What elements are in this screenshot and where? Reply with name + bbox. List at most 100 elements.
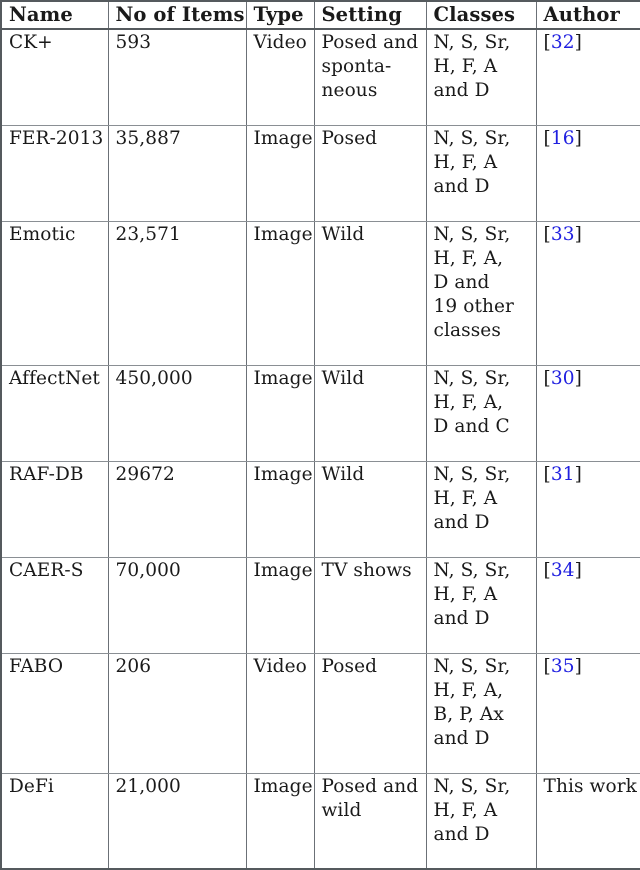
cell-name-value: CK+: [9, 32, 53, 53]
cell-classes-line: N, S, Sr,: [433, 775, 511, 797]
citation-bracket-close: ]: [574, 367, 582, 389]
table-row: RAF-DB 29672 Image Wild N, S, Sr, H, F, Aand …: [0, 460, 640, 558]
cell-setting-lines: Posed and wild: [322, 775, 426, 823]
cell-items-value: 21,000: [115, 775, 181, 797]
table-row: AffectNet 450,000 Image Wild N, S, Sr, H, F, …: [0, 364, 640, 462]
citation-link[interactable]: [16]: [544, 128, 582, 149]
cell-classes-lines: N, S, Sr, H, F, A, B, P, Ax and D: [434, 655, 536, 751]
cell-classes-line: N, S, Sr,: [433, 32, 511, 53]
cell-setting-line: TV shows: [321, 559, 412, 581]
citation-bracket-close: ]: [574, 655, 582, 677]
cell-classes-line: N, S, Sr,: [433, 127, 511, 149]
table-body: CK+ 593 Video Posed and sponta-neous N, S, Sr…: [0, 29, 640, 870]
table-row: DeFi 21,000 Image Posed and wild N, S, Sr, H, …: [0, 772, 640, 870]
cell-type-value: Image: [253, 367, 313, 389]
cell-items-value: 23,571: [115, 223, 181, 245]
cell-classes-line: H, F, A,: [433, 679, 504, 701]
cell-name: FER-2013: [0, 124, 109, 222]
cell-classes-lines: N, S, Sr, H, F, Aand D: [434, 463, 536, 535]
cell-items-value: 35,887: [115, 127, 181, 149]
cell-classes-lines: N, S, Sr, H, F, Aand D: [434, 775, 536, 847]
citation-number[interactable]: 31: [551, 464, 575, 485]
table-row: FER-2013 35,887 Image Posed N, S, Sr, H, F, A…: [0, 124, 640, 222]
cell-setting: Wild: [313, 364, 427, 462]
cell-classes-line: and D: [433, 80, 490, 101]
cell-setting: Wild: [313, 220, 427, 366]
cell-classes-line: and D: [433, 823, 490, 845]
cell-classes-line: classes: [433, 319, 501, 341]
cell-name-value: CAER-S: [9, 559, 84, 581]
cell-setting-lines: Posed and sponta-neous: [322, 31, 426, 103]
citation-number[interactable]: 16: [551, 128, 575, 149]
cell-classes-line: D and C: [433, 415, 510, 437]
table-row: CAER-S 70,000 Image TV shows N, S, Sr, H, F, …: [0, 556, 640, 654]
column-header-setting: Setting: [313, 1, 427, 30]
cell-classes-line: H, F, A: [433, 487, 498, 509]
column-header-items: No of Items: [107, 1, 247, 30]
cell-type: Image: [245, 772, 315, 870]
cell-type-value: Video: [253, 655, 307, 677]
cell-classes-line: D and: [433, 271, 490, 293]
cell-classes-line: H, F, A: [433, 151, 498, 173]
citation-bracket-open: [: [543, 223, 551, 245]
citation-link[interactable]: [35]: [544, 656, 582, 677]
cell-classes-line: N, S, Sr,: [433, 367, 511, 389]
column-header-type: Type: [245, 1, 315, 30]
cell-setting-lines: Wild: [322, 463, 426, 487]
cell-name-value: AffectNet: [9, 367, 100, 389]
cell-setting-line: Wild: [321, 223, 365, 245]
citation-link[interactable]: [33]: [544, 224, 582, 245]
citation-link[interactable]: [30]: [544, 368, 582, 389]
citation-link[interactable]: [34]: [544, 560, 582, 581]
citation-link[interactable]: [32]: [544, 32, 582, 53]
column-header-name: Name: [0, 1, 109, 30]
citation-number[interactable]: 33: [551, 224, 575, 245]
citation-bracket-open: [: [543, 127, 551, 149]
citation-number[interactable]: 32: [551, 32, 575, 53]
cell-classes: N, S, Sr, H, F, A, D and C: [425, 364, 537, 462]
cell-name: Emotic: [0, 220, 109, 366]
citation-bracket-open: [: [543, 367, 551, 389]
cell-classes-line: H, F, A: [433, 799, 498, 821]
citation-link[interactable]: [31]: [544, 464, 582, 485]
cell-type-value: Image: [253, 127, 313, 149]
cell-name: CK+: [0, 29, 109, 126]
cell-items: 29672: [107, 460, 247, 558]
cell-setting-lines: Wild: [322, 367, 426, 391]
cell-items: 70,000: [107, 556, 247, 654]
cell-author: [34]: [535, 556, 640, 654]
cell-name-value: FER-2013: [9, 127, 104, 149]
citation-number[interactable]: 30: [551, 368, 575, 389]
cell-items-value: 206: [115, 655, 152, 677]
cell-author: [32]: [535, 29, 640, 126]
cell-type-value: Image: [253, 775, 313, 797]
cell-items: 593: [107, 29, 247, 126]
cell-author: [33]: [535, 220, 640, 366]
cell-classes: N, S, Sr, H, F, Aand D: [425, 29, 537, 126]
cell-name-value: RAF-DB: [9, 463, 84, 485]
dataset-comparison-table: Name No of Items Type Setting Classes Au…: [0, 0, 640, 870]
cell-items-value: 70,000: [115, 559, 181, 581]
cell-name: AffectNet: [0, 364, 109, 462]
cell-items: 23,571: [107, 220, 247, 366]
citation-number[interactable]: 34: [551, 560, 575, 581]
cell-classes-line: 19 other: [433, 295, 514, 317]
citation-bracket-open: [: [543, 655, 551, 677]
cell-type-value: Image: [253, 463, 313, 485]
cell-type-value: Image: [253, 223, 313, 245]
cell-setting-line: Posed and: [321, 32, 419, 53]
cell-items-value: 29672: [115, 463, 175, 485]
cell-classes: N, S, Sr, H, F, Aand D: [425, 124, 537, 222]
table-row: CK+ 593 Video Posed and sponta-neous N, S, Sr…: [0, 29, 640, 126]
cell-setting-lines: Wild: [322, 223, 426, 247]
table-row: Emotic 23,571 Image Wild N, S, Sr, H, F, A, D …: [0, 220, 640, 366]
cell-author: [35]: [535, 652, 640, 774]
citation-number[interactable]: 35: [551, 656, 575, 677]
cell-classes: N, S, Sr, H, F, Aand D: [425, 772, 537, 870]
citation-bracket-close: ]: [574, 32, 582, 53]
cell-items: 450,000: [107, 364, 247, 462]
table-header: Name No of Items Type Setting Classes Au…: [0, 1, 640, 30]
cell-name: FABO: [0, 652, 109, 774]
cell-setting: Posed and sponta-neous: [313, 29, 427, 126]
cell-type: Image: [245, 220, 315, 366]
